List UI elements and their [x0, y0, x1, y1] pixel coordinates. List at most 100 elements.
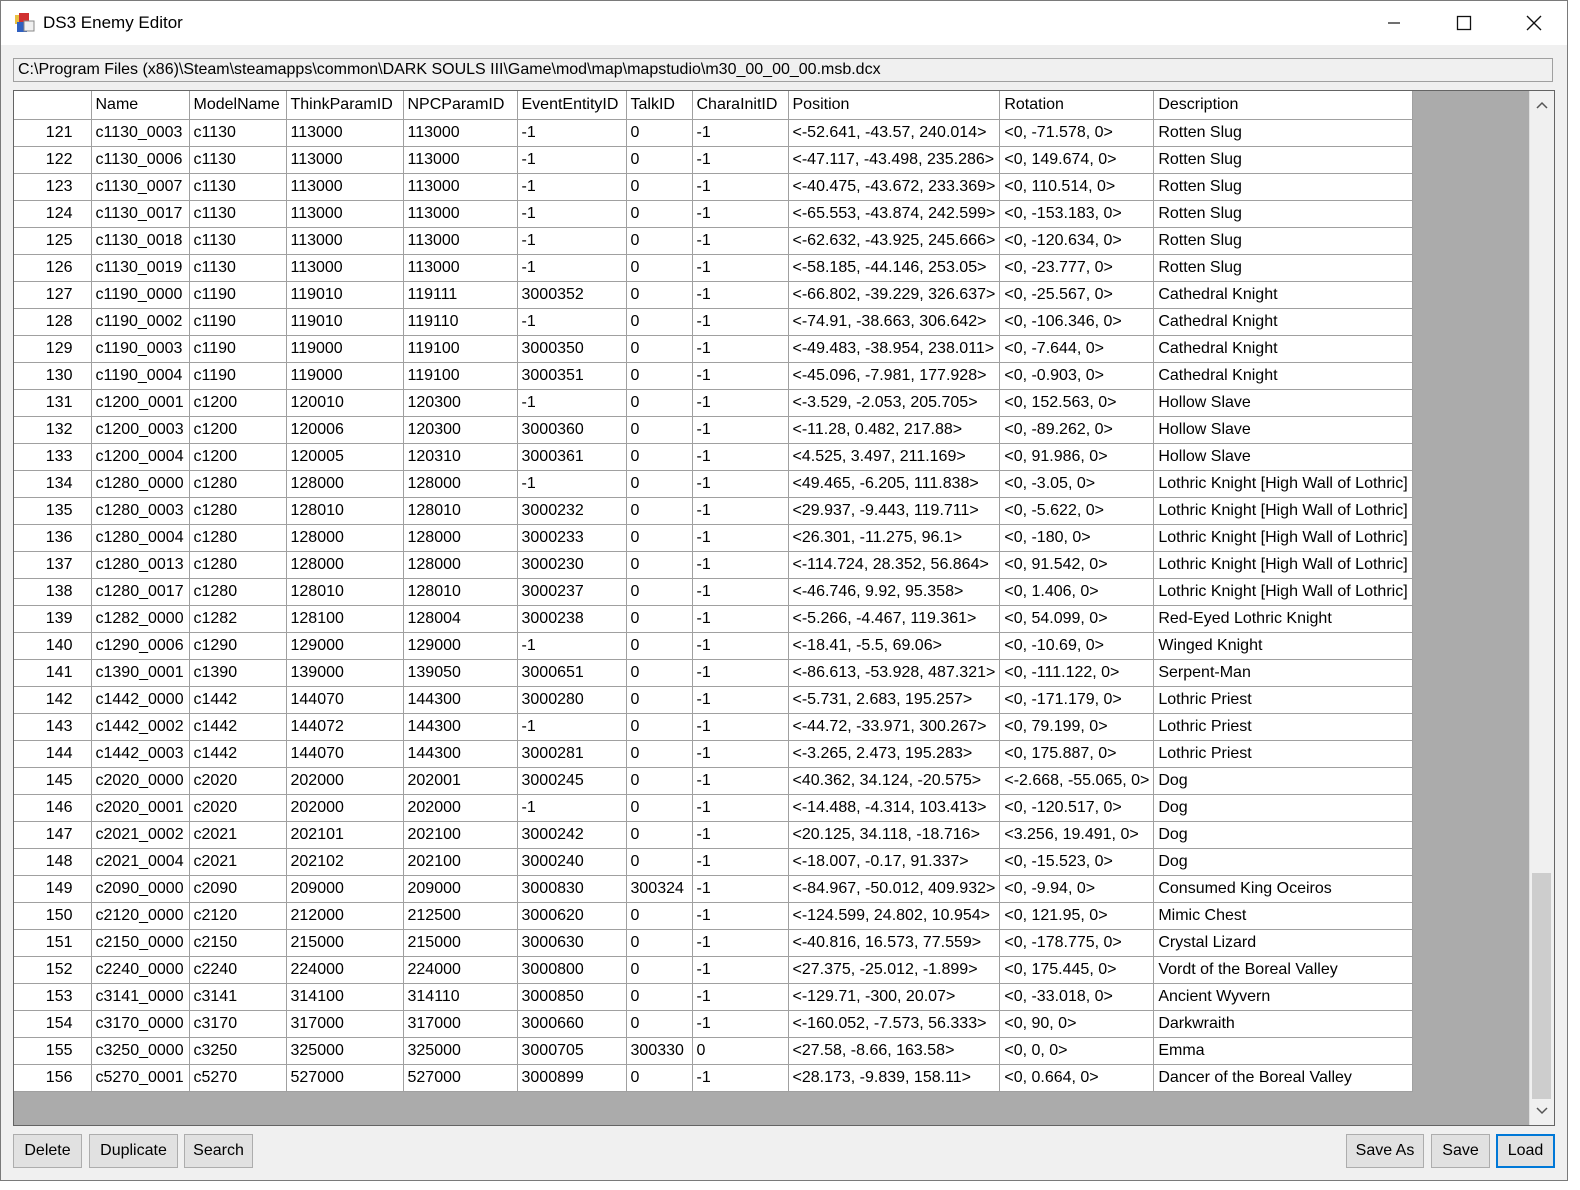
row-header[interactable]: 142: [14, 685, 92, 714]
table-cell[interactable]: Ancient Wyvern: [1153, 982, 1413, 1011]
table-row[interactable]: 127 c1190_0000 c1190 119010 119111 3000352 0 -1…: [14, 280, 1413, 309]
table-cell[interactable]: 202000: [285, 766, 404, 795]
row-header[interactable]: 134: [14, 469, 92, 498]
table-cell[interactable]: c1280_0000: [90, 469, 190, 498]
table-cell[interactable]: c2120_0000: [90, 901, 190, 930]
table-cell[interactable]: 144300: [402, 685, 518, 714]
table-cell[interactable]: <40.362, 34.124, -20.575>: [787, 766, 1001, 795]
table-cell[interactable]: <0, 54.099, 0>: [999, 604, 1155, 633]
table-cell[interactable]: 0: [625, 631, 693, 660]
row-header[interactable]: 136: [14, 523, 92, 552]
table-cell[interactable]: -1: [691, 280, 789, 309]
table-cell[interactable]: c1280_0013: [90, 550, 190, 579]
table-cell[interactable]: Lothric Priest: [1153, 712, 1413, 741]
table-cell[interactable]: 120310: [402, 442, 518, 471]
table-cell[interactable]: -1: [691, 712, 789, 741]
table-cell[interactable]: -1: [691, 766, 789, 795]
table-cell[interactable]: <0, -120.634, 0>: [999, 226, 1155, 255]
table-cell[interactable]: c5270_0001: [90, 1063, 190, 1092]
table-cell[interactable]: 113000: [285, 226, 404, 255]
table-cell[interactable]: Lothric Priest: [1153, 739, 1413, 768]
table-cell[interactable]: <27.375, -25.012, -1.899>: [787, 955, 1001, 984]
table-cell[interactable]: Mimic Chest: [1153, 901, 1413, 930]
search-button[interactable]: Search: [184, 1134, 253, 1168]
table-cell[interactable]: <0, -120.517, 0>: [999, 793, 1155, 822]
row-header[interactable]: 126: [14, 253, 92, 282]
table-row[interactable]: 121 c1130_0003 c1130 113000 113000 -1 0 -1 <-52.…: [14, 118, 1413, 147]
table-cell[interactable]: c2090_0000: [90, 874, 190, 903]
row-header[interactable]: 129: [14, 334, 92, 363]
table-cell[interactable]: c2150_0000: [90, 928, 190, 957]
table-cell[interactable]: 119000: [285, 361, 404, 390]
table-row[interactable]: 124 c1130_0017 c1130 113000 113000 -1 0 -1 <-65.…: [14, 199, 1413, 228]
table-cell[interactable]: 0: [625, 550, 693, 579]
table-cell[interactable]: <-129.71, -300, 20.07>: [787, 982, 1001, 1011]
table-cell[interactable]: 3000238: [516, 604, 627, 633]
table-cell[interactable]: <-65.553, -43.874, 242.599>: [787, 199, 1001, 228]
table-cell[interactable]: <-5.731, 2.683, 195.257>: [787, 685, 1001, 714]
table-cell[interactable]: 215000: [285, 928, 404, 957]
table-cell[interactable]: 3000360: [516, 415, 627, 444]
table-cell[interactable]: c1442_0000: [90, 685, 190, 714]
table-cell[interactable]: c1280: [188, 496, 287, 525]
row-header[interactable]: 131: [14, 388, 92, 417]
table-cell[interactable]: <0, -7.644, 0>: [999, 334, 1155, 363]
table-row[interactable]: 139 c1282_0000 c1282 128100 128004 3000238 0 -1…: [14, 604, 1413, 633]
table-cell[interactable]: <0, -33.018, 0>: [999, 982, 1155, 1011]
load-button[interactable]: Load: [1496, 1134, 1555, 1168]
table-cell[interactable]: <0, 175.445, 0>: [999, 955, 1155, 984]
table-cell[interactable]: 3000281: [516, 739, 627, 768]
table-row[interactable]: 143 c1442_0002 c1442 144072 144300 -1 0 -1 <-44.…: [14, 712, 1413, 741]
row-header[interactable]: 132: [14, 415, 92, 444]
column-header[interactable]: Description: [1153, 91, 1413, 120]
table-cell[interactable]: <0, -3.05, 0>: [999, 469, 1155, 498]
table-cell[interactable]: 0: [625, 361, 693, 390]
table-cell[interactable]: <-124.599, 24.802, 10.954>: [787, 901, 1001, 930]
table-cell[interactable]: -1: [691, 793, 789, 822]
table-cell[interactable]: -1: [691, 523, 789, 552]
table-cell[interactable]: -1: [691, 199, 789, 228]
table-cell[interactable]: 144300: [402, 739, 518, 768]
table-cell[interactable]: -1: [691, 307, 789, 336]
table-cell[interactable]: Cathedral Knight: [1153, 280, 1413, 309]
table-cell[interactable]: 129000: [402, 631, 518, 660]
table-cell[interactable]: 0: [625, 928, 693, 957]
save-button[interactable]: Save: [1431, 1134, 1490, 1168]
table-cell[interactable]: 0: [625, 496, 693, 525]
table-cell[interactable]: 120300: [402, 388, 518, 417]
table-cell[interactable]: c2021_0004: [90, 847, 190, 876]
table-cell[interactable]: 128000: [402, 469, 518, 498]
table-cell[interactable]: 113000: [402, 172, 518, 201]
table-cell[interactable]: -1: [691, 442, 789, 471]
table-cell[interactable]: 128010: [402, 496, 518, 525]
table-cell[interactable]: c1130: [188, 226, 287, 255]
table-cell[interactable]: <-44.72, -33.971, 300.267>: [787, 712, 1001, 741]
table-cell[interactable]: 317000: [285, 1009, 404, 1038]
table-cell[interactable]: 144070: [285, 739, 404, 768]
save-as-button[interactable]: Save As: [1346, 1134, 1424, 1168]
table-cell[interactable]: <-40.816, 16.573, 77.559>: [787, 928, 1001, 957]
table-cell[interactable]: 314100: [285, 982, 404, 1011]
table-cell[interactable]: 0: [625, 820, 693, 849]
column-header[interactable]: ModelName: [188, 91, 287, 120]
row-header[interactable]: 152: [14, 955, 92, 984]
table-cell[interactable]: c1200_0001: [90, 388, 190, 417]
table-cell[interactable]: 3000630: [516, 928, 627, 957]
column-header[interactable]: Position: [787, 91, 1001, 120]
table-cell[interactable]: <0, 91.986, 0>: [999, 442, 1155, 471]
table-cell[interactable]: <27.58, -8.66, 163.58>: [787, 1036, 1001, 1065]
column-header[interactable]: CharaInitID: [691, 91, 789, 120]
table-cell[interactable]: c1442: [188, 739, 287, 768]
row-header[interactable]: 156: [14, 1063, 92, 1092]
table-cell[interactable]: c1130: [188, 118, 287, 147]
row-header[interactable]: 146: [14, 793, 92, 822]
table-cell[interactable]: 0: [625, 415, 693, 444]
table-cell[interactable]: <-66.802, -39.229, 326.637>: [787, 280, 1001, 309]
table-cell[interactable]: <0, -10.69, 0>: [999, 631, 1155, 660]
table-row[interactable]: 155 c3250_0000 c3250 325000 325000 3000705 300…: [14, 1036, 1413, 1065]
table-cell[interactable]: 202100: [402, 847, 518, 876]
table-cell[interactable]: c3141_0000: [90, 982, 190, 1011]
table-cell[interactable]: -1: [691, 658, 789, 687]
table-cell[interactable]: c3141: [188, 982, 287, 1011]
table-cell[interactable]: 144070: [285, 685, 404, 714]
